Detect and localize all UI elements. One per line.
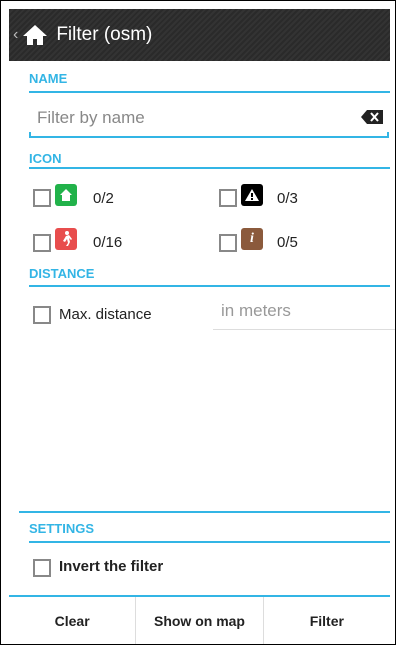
name-filter-input[interactable]: Filter by name: [29, 98, 389, 138]
section-settings-divider: [29, 541, 390, 543]
section-distance-divider: [29, 285, 390, 287]
show-on-map-button[interactable]: Show on map: [136, 597, 264, 644]
name-filter-placeholder: Filter by name: [37, 108, 145, 127]
icon-count-2: 0/3: [277, 190, 298, 207]
warning-icon: [241, 184, 263, 206]
max-distance-label: Max. distance: [59, 306, 152, 323]
input-underline: [29, 132, 389, 138]
green-home-icon: [55, 184, 77, 206]
clear-text-icon[interactable]: [361, 110, 383, 124]
distance-meters-placeholder: in meters: [221, 301, 291, 320]
icon-count-1: 0/2: [93, 190, 114, 207]
invert-filter-checkbox[interactable]: [33, 559, 51, 577]
section-icon-header: ICON: [29, 151, 62, 166]
section-name-divider: [29, 91, 390, 93]
section-settings-header: SETTINGS: [29, 521, 95, 536]
icon-count-3: 0/16: [93, 234, 123, 251]
section-icon-divider: [29, 167, 390, 169]
person-walking-icon: [55, 228, 77, 250]
home-icon[interactable]: [22, 23, 48, 47]
icon-count-4: 0/5: [277, 234, 298, 251]
info-icon: i: [241, 228, 263, 250]
icon-filter-checkbox-1[interactable]: [33, 189, 51, 207]
icon-filter-checkbox-2[interactable]: [219, 189, 237, 207]
settings-top-divider: [19, 511, 390, 513]
page-title: Filter (osm): [56, 24, 153, 45]
distance-meters-input[interactable]: in meters: [213, 301, 395, 330]
action-bar: ‹ Filter (osm): [9, 9, 390, 61]
filter-content: NAME Filter by name ICON 0/2 0/3 0/16 i …: [9, 61, 395, 591]
max-distance-checkbox[interactable]: [33, 306, 51, 324]
clear-button[interactable]: Clear: [9, 597, 137, 644]
icon-filter-checkbox-3[interactable]: [33, 234, 51, 252]
invert-filter-label: Invert the filter: [59, 558, 164, 575]
app-frame: ‹ Filter (osm) NAME Filter by name ICON …: [0, 0, 396, 645]
bottom-button-bar: Clear Show on map Filter: [9, 595, 390, 644]
section-distance-header: DISTANCE: [29, 266, 95, 281]
section-name-header: NAME: [29, 71, 68, 86]
back-chevron-icon[interactable]: ‹: [13, 26, 18, 44]
icon-filter-checkbox-4[interactable]: [219, 234, 237, 252]
filter-button[interactable]: Filter: [264, 597, 390, 644]
